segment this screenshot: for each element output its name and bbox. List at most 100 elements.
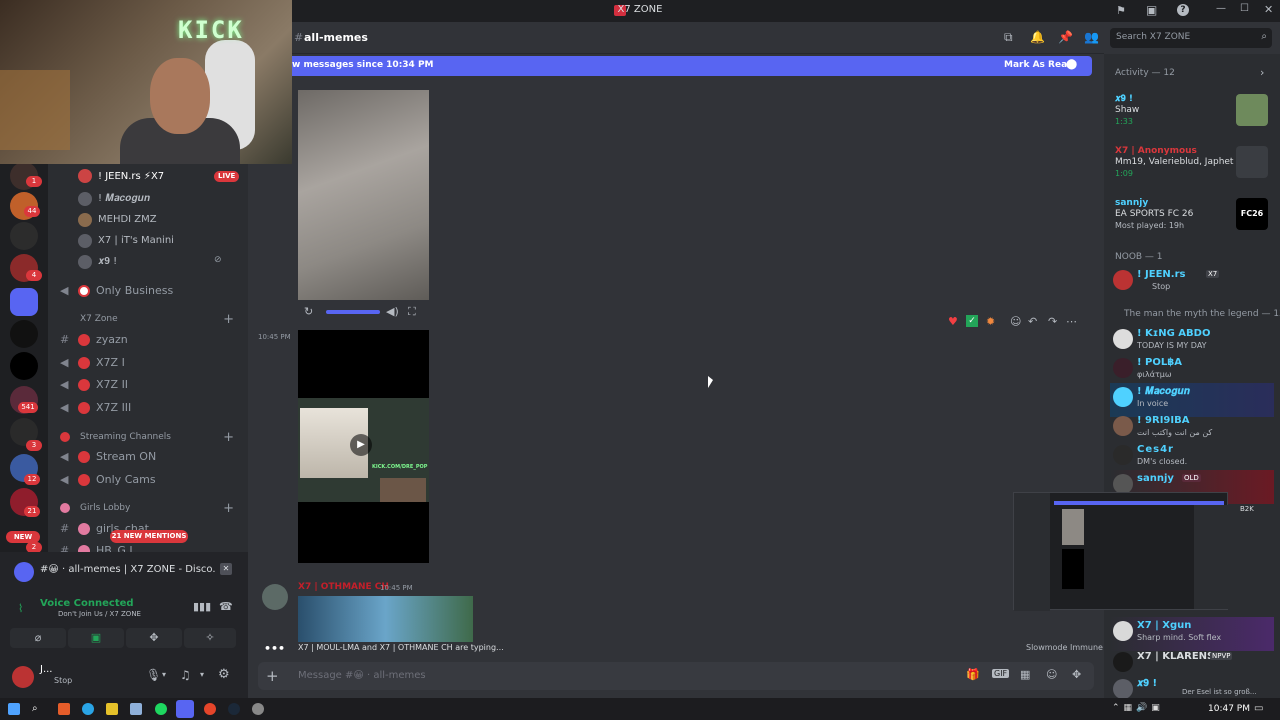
- avatar[interactable]: [262, 584, 288, 610]
- play-icon[interactable]: ▶: [350, 434, 372, 456]
- server-icon[interactable]: [10, 222, 38, 250]
- mic-icon[interactable]: 🎙: [146, 668, 161, 682]
- server-icon[interactable]: [10, 352, 38, 380]
- close-icon[interactable]: ✕: [220, 563, 232, 575]
- new-messages-bar[interactable]: w messages since 10:34 PM Mark As Read ⬤: [292, 56, 1092, 76]
- category-streaming[interactable]: Streaming Channels +: [60, 430, 240, 446]
- slowmode-label: Slowmode Immune: [1026, 643, 1103, 652]
- voice-user[interactable]: 𝒙𝟗 ! ⊘: [78, 253, 248, 271]
- add-channel-icon[interactable]: +: [223, 501, 234, 516]
- app-icon[interactable]: [252, 703, 264, 715]
- chevron-right-icon[interactable]: ›: [1260, 66, 1264, 79]
- voice-user-live[interactable]: ! JEEN.rs ⚡X7 LIVE: [78, 168, 248, 186]
- windows-start-icon[interactable]: [8, 703, 20, 715]
- game-art: FC26: [1236, 198, 1268, 230]
- search-icon[interactable]: ⌕: [32, 703, 44, 715]
- discord-taskbar-icon[interactable]: [176, 700, 194, 718]
- members-icon[interactable]: 👥: [1084, 30, 1099, 44]
- notification-icon[interactable]: ▭: [1254, 703, 1263, 714]
- sticker-icon[interactable]: ▦: [1020, 668, 1030, 681]
- video-attachment[interactable]: [298, 90, 429, 300]
- heart-reaction-icon[interactable]: ♥: [948, 315, 958, 328]
- noise-icon[interactable]: ▮▮▮: [193, 600, 211, 613]
- disconnect-icon[interactable]: ☎: [219, 600, 233, 613]
- progress-bar[interactable]: [326, 310, 380, 314]
- image-attachment[interactable]: [298, 596, 473, 642]
- close-button[interactable]: ✕: [1264, 3, 1273, 16]
- voice-channel[interactable]: ◀ X7Z II: [48, 375, 248, 395]
- stream-preview[interactable]: [1013, 492, 1228, 611]
- activity-card[interactable]: 𝒙𝟗 ! Shaw 1:33: [1110, 94, 1270, 140]
- activity-card[interactable]: X7 | Anonymous Mm19, Valerieblud, Japhet…: [1110, 146, 1270, 192]
- more-icon[interactable]: ⋯: [1066, 315, 1077, 328]
- camera-button[interactable]: ⌀: [10, 628, 66, 648]
- replay-icon[interactable]: ↻: [304, 305, 313, 318]
- gift-icon[interactable]: 🎁: [966, 668, 980, 681]
- voice-user[interactable]: ! 𝑴𝒂𝒄𝒐𝒈𝒖𝒏: [78, 190, 248, 208]
- check-reaction-icon[interactable]: ✓: [966, 315, 978, 327]
- forward-icon[interactable]: ↷: [1048, 315, 1057, 328]
- voice-channel[interactable]: ◀ Stream ON: [48, 447, 248, 467]
- clock[interactable]: 10:47 PM: [1208, 704, 1250, 714]
- screen-icon[interactable]: ▣: [1146, 3, 1157, 17]
- maximize-button[interactable]: ☐: [1240, 3, 1249, 14]
- fire-reaction-icon[interactable]: ✹: [986, 315, 995, 328]
- new-mentions-pill[interactable]: 21 NEW MENTIONS: [110, 530, 188, 543]
- gif-icon[interactable]: GIF: [992, 669, 1010, 678]
- app-icon[interactable]: [58, 703, 70, 715]
- search-input[interactable]: Search X7 ZONE ⌕: [1110, 28, 1272, 48]
- activities-button[interactable]: ✥: [126, 628, 182, 648]
- help-icon[interactable]: ?: [1177, 4, 1189, 16]
- mention-badge: 541: [18, 402, 38, 413]
- emoji-icon[interactable]: ☺: [1046, 668, 1057, 681]
- add-channel-icon[interactable]: +: [223, 312, 234, 327]
- message-composer[interactable]: + Message #😀 · all-memes 🎁 GIF ▦ ☺ ✥: [258, 662, 1094, 690]
- inbox-icon[interactable]: ⚑: [1116, 4, 1126, 17]
- spotify-icon[interactable]: [155, 703, 167, 715]
- add-attachment-icon[interactable]: +: [266, 667, 279, 685]
- voice-channel[interactable]: ◀ X7Z I: [48, 353, 248, 373]
- voice-channel-name[interactable]: Don't Join Us / X7 ZONE: [58, 610, 141, 618]
- voice-channel[interactable]: ◀ Only Cams: [48, 470, 248, 490]
- text-channel[interactable]: # zyazn: [48, 330, 248, 350]
- voice-user[interactable]: X7 | iT's Manini: [78, 232, 248, 250]
- channel-name: Only Cams: [96, 473, 156, 486]
- fullscreen-icon[interactable]: ⛶: [408, 305, 416, 319]
- chrome-icon[interactable]: [204, 703, 216, 715]
- edge-icon[interactable]: [82, 703, 94, 715]
- minimize-button[interactable]: —: [1216, 3, 1226, 14]
- threads-icon[interactable]: ⧉: [1004, 30, 1013, 45]
- bell-icon[interactable]: 🔔: [1030, 30, 1045, 44]
- voice-channel[interactable]: ◀ X7Z III: [48, 398, 248, 418]
- message-author[interactable]: X7 | OTHMANE CH: [298, 582, 389, 592]
- voice-channel[interactable]: ◀ Only Business: [48, 281, 248, 301]
- soundboard-button[interactable]: ✧: [184, 628, 236, 648]
- pin-icon[interactable]: 📌: [1058, 30, 1073, 44]
- activity-card[interactable]: sannjy EA SPORTS FC 26 Most played: 19h …: [1110, 198, 1270, 244]
- chevron-down-icon[interactable]: ▾: [162, 670, 166, 679]
- reply-icon[interactable]: ↶: [1028, 315, 1037, 328]
- add-channel-icon[interactable]: +: [223, 430, 234, 445]
- volume-icon[interactable]: ◀): [386, 305, 399, 318]
- chevron-down-icon[interactable]: ▾: [200, 670, 204, 679]
- add-reaction-icon[interactable]: ☺: [1010, 315, 1021, 328]
- explorer-icon[interactable]: [106, 703, 118, 715]
- member-row[interactable]: ! JEEN.rs X7 Stop: [1110, 266, 1274, 300]
- category-x7-zone[interactable]: X7 Zone +: [60, 312, 240, 328]
- folder-icon[interactable]: [10, 288, 38, 316]
- member-row[interactable]: 𝒙𝟗 ! Der Esel ist so groß...: [1110, 675, 1274, 699]
- mark-read-button[interactable]: Mark As Read: [1004, 60, 1074, 70]
- screen-share-button[interactable]: ▣: [68, 628, 124, 648]
- steam-icon[interactable]: [228, 703, 240, 715]
- hash-icon: #: [294, 31, 304, 44]
- gear-icon[interactable]: ⚙: [218, 667, 230, 682]
- server-icon[interactable]: [10, 320, 38, 348]
- category-girls-lobby[interactable]: Girls Lobby +: [60, 501, 240, 517]
- category-label: Girls Lobby: [80, 503, 131, 513]
- avatar[interactable]: [12, 666, 34, 688]
- voice-user[interactable]: MEHDI ZMZ: [78, 211, 248, 229]
- headphones-icon[interactable]: ♫: [180, 668, 191, 682]
- apps-icon[interactable]: ✥: [1072, 668, 1081, 681]
- store-icon[interactable]: [130, 703, 142, 715]
- member-row-highlighted[interactable]: X7 | Xgun Sharp mind. Soft flex: [1110, 617, 1274, 651]
